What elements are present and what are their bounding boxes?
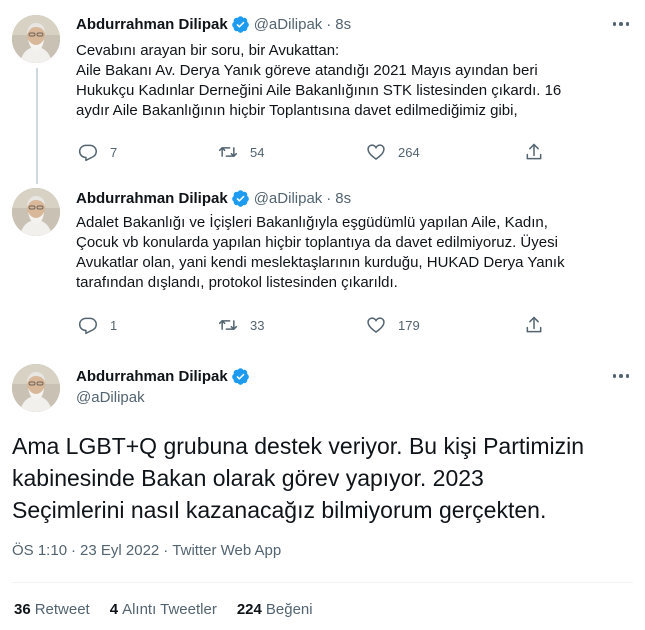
share-button[interactable] — [524, 314, 544, 336]
tweet-line: Adalet Bakanlığı ve İçişleri Bakanlığıyl… — [76, 214, 548, 231]
more-icon[interactable] — [609, 14, 633, 34]
share-icon — [526, 143, 542, 160]
heart-icon — [367, 317, 385, 334]
share-button[interactable] — [524, 141, 544, 163]
separator-dot: · — [163, 542, 169, 559]
tweet-line: Aile Bakanı Av. Derya Yanık göreve atand… — [76, 62, 538, 79]
main-tweet-line: Seçimlerini nasıl kazanacağız bilmiyorum… — [12, 497, 547, 523]
likes-stat[interactable]: 224 Beğeni — [237, 601, 313, 618]
tweet-line: Hukukçu Kadınlar Derneğini Aile Bakanlığ… — [76, 82, 562, 99]
tweet-time[interactable]: 8s — [335, 190, 351, 207]
tweet-meta: ÖS 1:10 · 23 Eyl 2022 · Twitter Web App — [12, 542, 281, 559]
reply-count: 1 — [110, 317, 118, 333]
quotes-label: Alıntı Tweetler — [122, 601, 217, 618]
reply-count: 7 — [110, 144, 118, 160]
reply-icon — [78, 317, 97, 335]
like-count: 264 — [398, 144, 420, 160]
author-handle[interactable]: @aDilipak — [254, 16, 323, 33]
retweets-stat[interactable]: 36 Retweet — [14, 601, 90, 618]
reply-icon — [78, 144, 97, 162]
main-tweet-text: Ama LGBT+Q grubuna destek veriyor. Bu ki… — [12, 430, 632, 526]
retweet-button[interactable]: 54 — [218, 141, 264, 163]
tweet-stats: 36 Retweet 4 Alıntı Tweetler 224 Beğeni — [14, 601, 333, 618]
more-icon[interactable] — [609, 366, 633, 386]
verified-badge-icon — [231, 189, 249, 207]
avatar[interactable] — [12, 15, 60, 63]
divider — [12, 582, 633, 583]
tweet-line: tarafından dışlandı, protokol listesinde… — [76, 274, 398, 291]
like-count: 179 — [398, 317, 420, 333]
reply-button[interactable]: 1 — [78, 314, 117, 336]
retweet-count: 33 — [250, 317, 265, 333]
avatar[interactable] — [12, 188, 60, 236]
author-name[interactable]: Abdurrahman Dilipak — [76, 190, 228, 207]
main-tweet-line: Ama LGBT+Q grubuna destek veriyor. Bu ki… — [12, 433, 585, 459]
author-name[interactable]: Abdurrahman Dilipak — [76, 368, 228, 385]
retweet-button[interactable]: 33 — [218, 314, 264, 336]
retweets-label: Retweet — [34, 601, 90, 618]
share-icon — [526, 316, 542, 333]
heart-icon — [367, 144, 385, 161]
likes-label: Beğeni — [265, 601, 313, 618]
verified-badge-icon — [231, 367, 249, 385]
verified-badge-icon — [231, 15, 249, 33]
retweets-count: 36 — [14, 601, 31, 618]
retweet-icon — [218, 320, 238, 330]
retweet-count: 54 — [250, 144, 265, 160]
tweet-line: Avukatlar olan, yani kendi meslektaşları… — [76, 254, 565, 271]
likes-count: 224 — [236, 601, 262, 618]
separator-dot: · — [326, 15, 332, 33]
tweet-header: Abdurrahman Dilipak @aDilipak · 8s — [76, 14, 351, 34]
tweet-timestamp[interactable]: ÖS 1:10 — [12, 542, 67, 559]
author-handle[interactable]: @aDilipak — [254, 190, 323, 207]
tweet-line: Cevabını arayan bir soru, bir Avukattan: — [76, 42, 340, 59]
reply-button[interactable]: 7 — [78, 141, 117, 163]
avatar[interactable] — [12, 364, 60, 412]
main-author-name-row: Abdurrahman Dilipak — [76, 366, 250, 386]
like-button[interactable]: 179 — [366, 314, 420, 336]
tweet-text: Adalet Bakanlığı ve İçişleri Bakanlığıyl… — [76, 213, 631, 293]
separator-dot: · — [326, 189, 332, 207]
tweet-source[interactable]: Twitter Web App — [172, 542, 281, 559]
like-button[interactable]: 264 — [366, 141, 420, 163]
separator-dot: · — [71, 542, 77, 559]
quotes-stat[interactable]: 4 Alıntı Tweetler — [110, 601, 217, 618]
tweet-actions: 7 54 264 — [76, 141, 556, 163]
quotes-count: 4 — [109, 601, 119, 618]
thread-line — [36, 68, 38, 184]
tweet-date[interactable]: 23 Eyl 2022 — [80, 542, 159, 559]
author-name[interactable]: Abdurrahman Dilipak — [76, 16, 228, 33]
main-tweet-line: kabinesinde Bakan olarak görev yapıyor. … — [12, 465, 484, 491]
tweet-text: Cevabını arayan bir soru, bir Avukattan:… — [76, 41, 631, 121]
author-handle[interactable]: @aDilipak — [76, 389, 145, 406]
tweet-header: Abdurrahman Dilipak @aDilipak · 8s — [76, 188, 351, 208]
retweet-icon — [218, 147, 238, 157]
tweet-time[interactable]: 8s — [335, 16, 351, 33]
tweet-line: aydır Aile Bakanlığının hiçbir Toplantıs… — [76, 102, 518, 119]
tweet-actions: 1 33 179 — [76, 314, 556, 336]
tweet-line: Çocuk vb konularda yapılan hiçbir toplan… — [76, 234, 558, 251]
